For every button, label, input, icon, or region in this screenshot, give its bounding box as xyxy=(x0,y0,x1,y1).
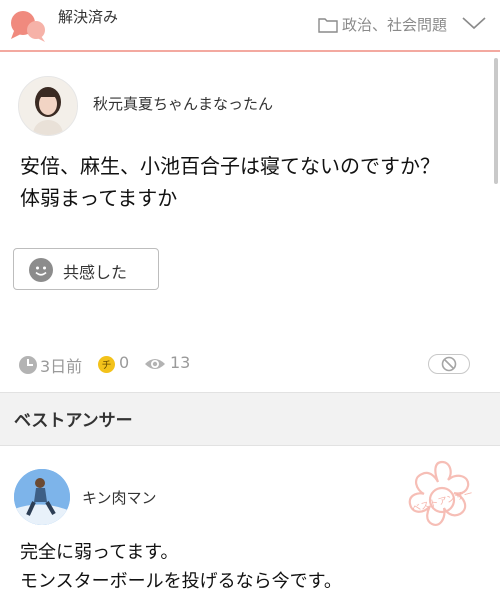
answer-line: モンスターボールを投げるなら今です。 xyxy=(20,571,342,592)
chat-bubbles-icon xyxy=(11,11,45,42)
smile-icon xyxy=(29,258,53,282)
header-bar: 解決済み 政治、社会問題 xyxy=(0,0,500,52)
eye-icon xyxy=(145,359,165,369)
question-line: 安倍、麻生、小池百合子は寝てないのですか？ xyxy=(20,154,440,178)
person-photo-icon xyxy=(19,77,77,135)
empathy-button[interactable]: 共感した xyxy=(13,248,159,290)
coin-icon: チ xyxy=(98,356,115,373)
folder-icon xyxy=(318,18,338,33)
view-count: 13 xyxy=(170,353,191,372)
resolved-status: 解決済み xyxy=(58,8,119,26)
coin-count: 0 xyxy=(119,353,130,372)
svg-text:チ: チ xyxy=(102,360,112,372)
empathy-label: 共感した xyxy=(63,263,128,282)
section-title: ベストアンサー xyxy=(14,411,133,431)
scrollbar[interactable] xyxy=(494,58,498,184)
person-photo-icon xyxy=(14,469,70,525)
question-text: 安倍、麻生、小池百合子は寝てないのですか？ 体弱まってますか xyxy=(20,150,485,214)
category-link[interactable]: 政治、社会問題 xyxy=(342,14,447,35)
asker-avatar[interactable] xyxy=(18,76,78,136)
posted-time: 3日前 xyxy=(40,357,83,376)
answer-text: 完全に弱ってます。 モンスターボールを投げるなら今です。 xyxy=(20,538,342,596)
answerer-avatar[interactable] xyxy=(14,469,70,525)
block-icon xyxy=(441,356,457,372)
asker-name[interactable]: 秋元真夏ちゃんまなったん xyxy=(93,93,273,114)
best-answer-section: ベストアンサー xyxy=(0,392,500,446)
answer-line: 完全に弱ってます。 xyxy=(20,542,179,563)
clock-icon xyxy=(19,356,37,374)
best-answer-stamp-icon: ベストアンサー xyxy=(408,460,474,526)
answerer-name[interactable]: キン肉マン xyxy=(82,487,157,508)
hide-button[interactable] xyxy=(428,354,470,374)
chevron-down-icon[interactable] xyxy=(462,16,486,30)
question-line: 体弱まってますか xyxy=(20,186,178,210)
